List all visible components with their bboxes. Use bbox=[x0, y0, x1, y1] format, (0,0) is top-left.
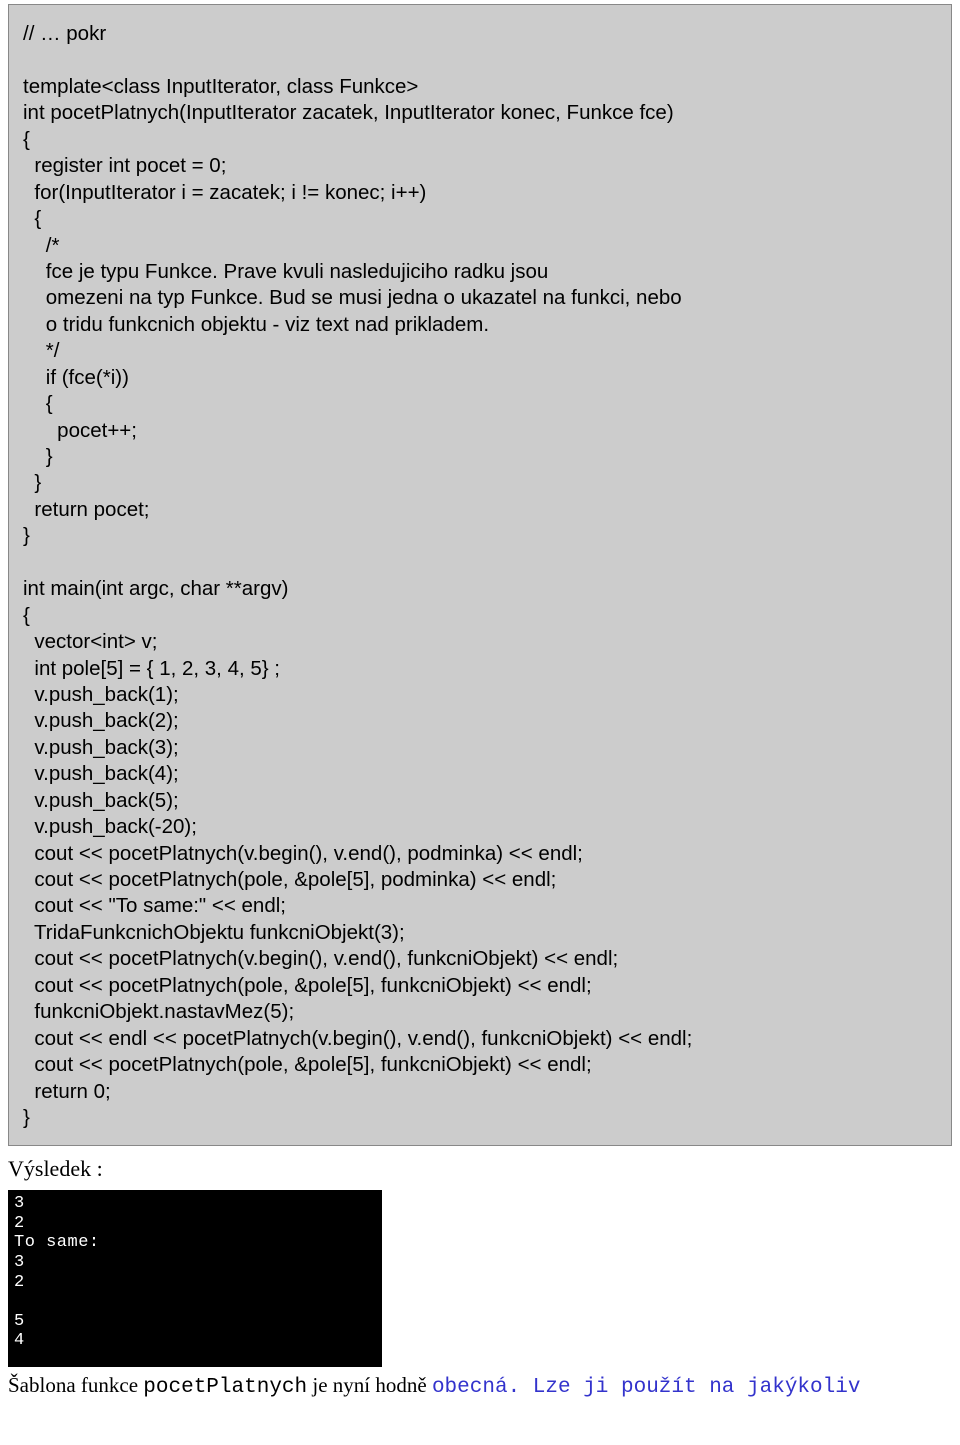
footer-blue-obecna: obecná bbox=[432, 1376, 508, 1399]
footer-paragraph: Šablona funkce pocetPlatnych je nyní hod… bbox=[8, 1373, 960, 1399]
code-block: // … pokr template<class InputIterator, … bbox=[8, 4, 952, 1146]
footer-blue-tail: Lze ji použít na jakýkoliv bbox=[533, 1376, 861, 1399]
terminal-output: 3 2 To same: 3 2 5 4 bbox=[8, 1190, 382, 1366]
footer-prefix: Šablona funkce bbox=[8, 1373, 143, 1397]
footer-dot: . bbox=[508, 1376, 533, 1399]
footer-mono-pocetplatnych: pocetPlatnych bbox=[143, 1376, 307, 1399]
result-label: Výsledek : bbox=[8, 1156, 960, 1182]
footer-mid: je nyní hodně bbox=[307, 1373, 432, 1397]
